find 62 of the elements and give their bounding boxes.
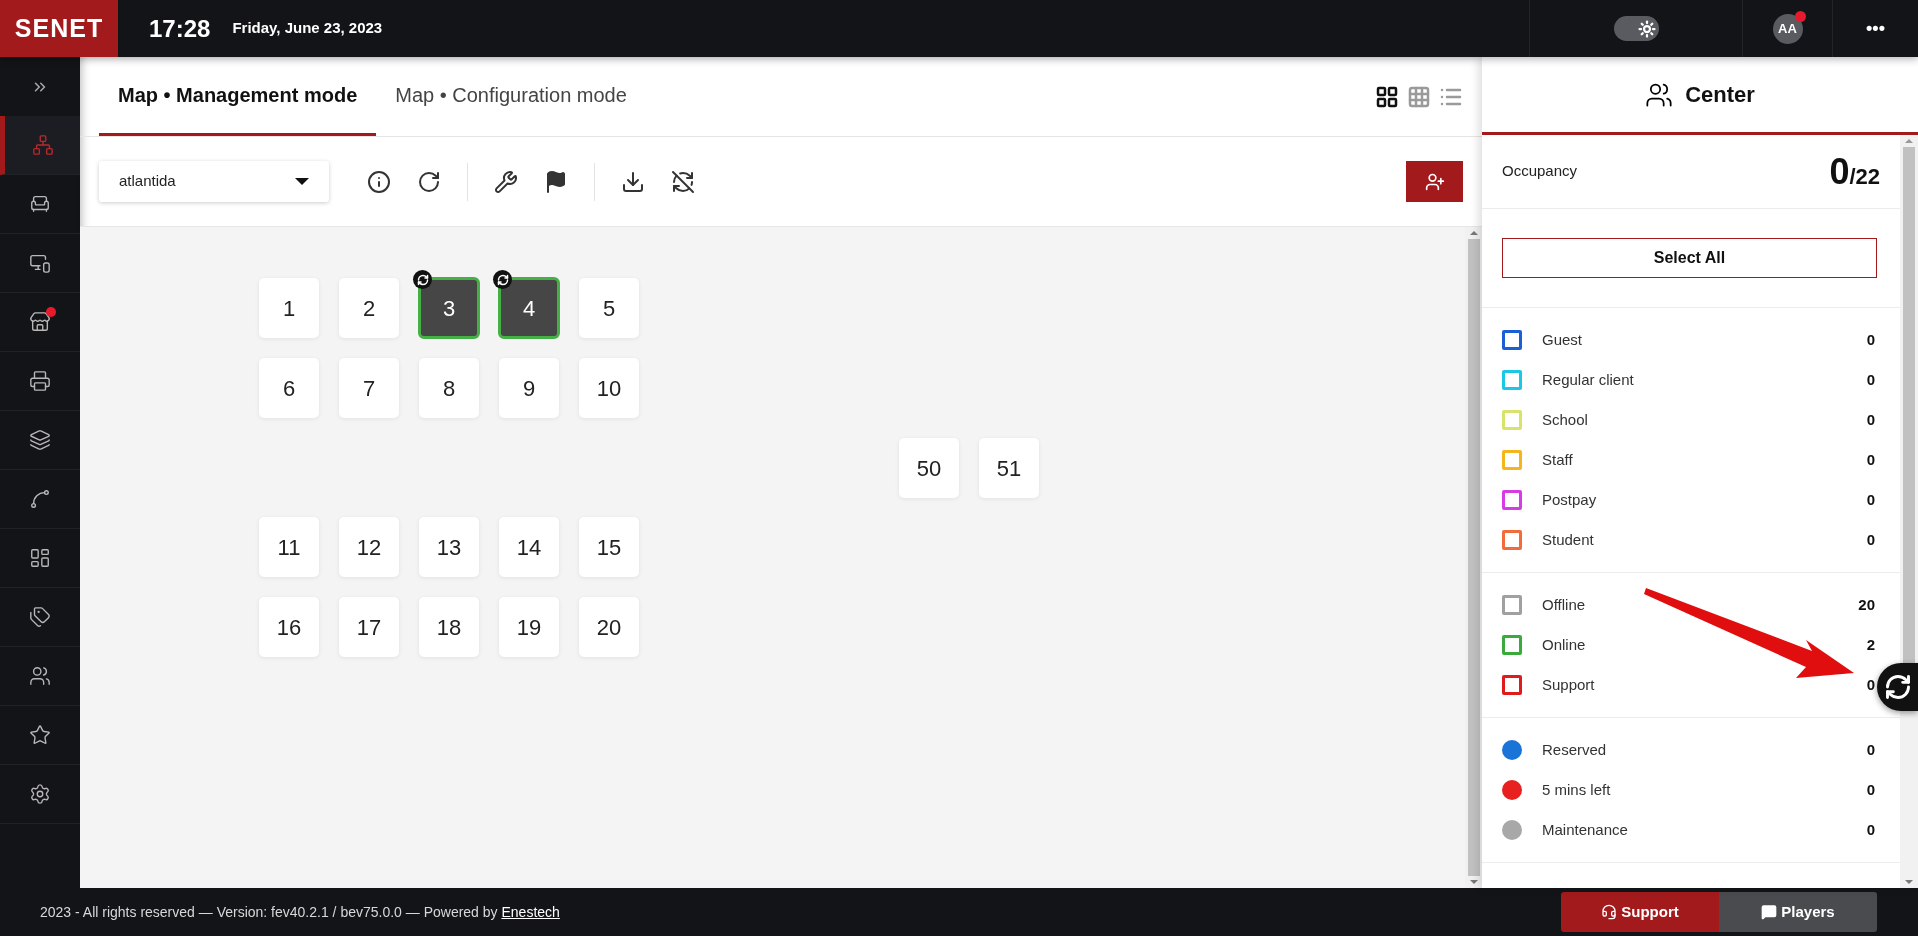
seat-tile[interactable]: 50 — [899, 438, 959, 498]
legend-count: 0 — [1866, 674, 1875, 695]
clock-time: 17:28 — [149, 13, 211, 44]
legend-count: 0 — [1866, 739, 1875, 760]
legend-label: Online — [1542, 634, 1587, 655]
seat-tile[interactable]: 15 — [579, 517, 639, 577]
seat-tile[interactable]: 12 — [339, 517, 399, 577]
seat-tile[interactable]: 14 — [499, 517, 559, 577]
seat-tile[interactable]: 20 — [579, 597, 639, 657]
seat-tile[interactable]: 13 — [419, 517, 479, 577]
legend-label: Regular client — [1542, 369, 1635, 390]
seat-tile[interactable]: 4 — [498, 277, 560, 339]
legend-count: 0 — [1866, 819, 1875, 840]
seat-tile[interactable]: 1 — [259, 278, 319, 338]
legend-count: 0 — [1866, 489, 1875, 510]
legend-count: 0 — [1866, 369, 1875, 390]
panel-title: Center — [1685, 81, 1755, 109]
legend-label: Guest — [1542, 329, 1584, 350]
seat-tile[interactable]: 51 — [979, 438, 1039, 498]
footer-text: 2023 - All rights reserved — Version: fev40.2.1 / bev75.0.0 — Powered by Enestech — [40, 902, 560, 922]
seat-tile[interactable]: 18 — [419, 597, 479, 657]
legend-count: 0 — [1866, 409, 1875, 430]
legend-label: Support — [1542, 674, 1596, 695]
seat-tile[interactable]: 8 — [419, 358, 479, 418]
more-menu[interactable]: ••• — [1833, 0, 1918, 57]
legend-label: School — [1542, 409, 1589, 430]
legend-count: 2 — [1866, 634, 1875, 655]
occupancy-count: 0/22 — [1829, 149, 1880, 194]
legend-count: 0 — [1866, 329, 1875, 350]
legend-label: Reserved — [1542, 739, 1608, 760]
legend-count: 20 — [1858, 594, 1875, 615]
zone-dropdown[interactable]: atlantida — [99, 161, 329, 202]
seat-tile[interactable]: 7 — [339, 358, 399, 418]
date-text: Friday, June 23, 2023 — [232, 18, 383, 39]
seat-tile[interactable]: 19 — [499, 597, 559, 657]
seat-tile[interactable]: 10 — [579, 358, 639, 418]
seat-tile[interactable]: 9 — [499, 358, 559, 418]
seat-tile[interactable]: 17 — [339, 597, 399, 657]
seat-tile[interactable]: 6 — [259, 358, 319, 418]
legend-count: 0 — [1866, 779, 1875, 800]
seat-tile[interactable]: 11 — [259, 517, 319, 577]
legend-count: 0 — [1866, 529, 1875, 550]
legend-label: Student — [1542, 529, 1595, 550]
avatar[interactable]: AA — [1772, 13, 1803, 44]
players-button[interactable]: Players — [1719, 892, 1877, 932]
legend-label: Staff — [1542, 449, 1574, 470]
seat-tile[interactable]: 2 — [339, 278, 399, 338]
legend-label: Postpay — [1542, 489, 1598, 510]
tab[interactable]: Map • Configuration mode — [376, 57, 646, 136]
footer-link[interactable]: Enestech — [501, 903, 560, 920]
legend-label: Offline — [1542, 594, 1587, 615]
seat-tile[interactable]: 5 — [579, 278, 639, 338]
occupancy-label: Occupancy — [1502, 161, 1579, 182]
select-all-button[interactable]: Select All — [1502, 238, 1877, 278]
support-button[interactable]: Support — [1561, 892, 1719, 932]
legend-label: Maintenance — [1542, 819, 1629, 840]
legend-label: 5 mins left — [1542, 779, 1612, 800]
logo[interactable]: SENET — [0, 0, 118, 57]
legend-count: 0 — [1866, 449, 1875, 470]
tab[interactable]: Map • Management mode — [99, 57, 377, 136]
seat-tile[interactable]: 16 — [259, 597, 319, 657]
seat-tile[interactable]: 3 — [418, 277, 480, 339]
